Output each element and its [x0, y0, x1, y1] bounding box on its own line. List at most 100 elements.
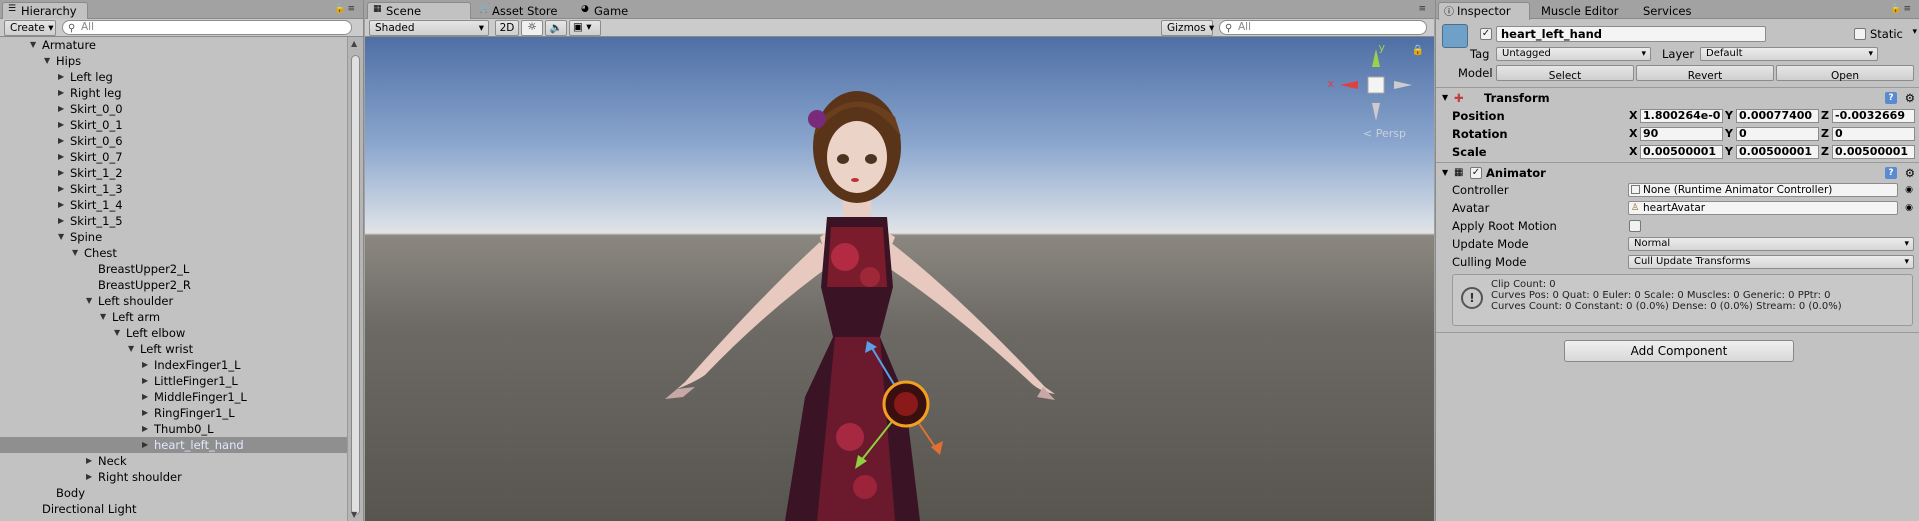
gear-icon[interactable]: ⚙: [1905, 163, 1915, 183]
inspector-menu-icon[interactable]: 🔒≡: [1890, 4, 1913, 14]
hierarchy-scrollbar[interactable]: ▲ ▼: [347, 37, 363, 521]
hierarchy-item[interactable]: ▶ Right leg: [0, 85, 347, 101]
transform-x-field[interactable]: 0.00500001: [1640, 145, 1723, 159]
controller-field[interactable]: None (Runtime Animator Controller): [1628, 183, 1898, 197]
transform-x-field[interactable]: 1.800264e-0: [1640, 109, 1723, 123]
hierarchy-item[interactable]: ▶ Skirt_1_3: [0, 181, 347, 197]
expand-arrow-open-icon[interactable]: ▼: [100, 309, 110, 325]
hierarchy-item[interactable]: ▶ Thumb0_L: [0, 421, 347, 437]
hierarchy-item[interactable]: ▶ Skirt_1_5: [0, 213, 347, 229]
culling-mode-dropdown[interactable]: Cull Update Transforms: [1628, 255, 1914, 269]
hierarchy-item[interactable]: ▶ Neck: [0, 453, 347, 469]
expand-arrow-closed-icon[interactable]: ▶: [58, 101, 68, 117]
hierarchy-item[interactable]: ▼ Left arm: [0, 309, 347, 325]
scene-viewport[interactable]: y x < Persp 🔒: [365, 37, 1434, 521]
axis-y-label[interactable]: Y: [1725, 107, 1733, 125]
tab-services[interactable]: Services: [1634, 2, 1714, 19]
axis-x-label[interactable]: X: [1629, 107, 1637, 125]
axis-x-label[interactable]: X: [1629, 143, 1637, 161]
active-checkbox[interactable]: ✓: [1480, 28, 1492, 40]
expand-arrow-closed-icon[interactable]: ▶: [86, 453, 96, 469]
tab-scene[interactable]: ▦ Scene: [367, 2, 471, 20]
expand-arrow-closed-icon[interactable]: ▶: [58, 69, 68, 85]
expand-arrow-closed-icon[interactable]: ▶: [86, 469, 96, 485]
hierarchy-item[interactable]: ▶ RingFinger1_L: [0, 405, 347, 421]
hierarchy-item[interactable]: Body: [0, 485, 347, 501]
tab-inspector[interactable]: ⓘ Inspector: [1438, 2, 1530, 20]
panel-menu-icon[interactable]: 🔒≡: [334, 4, 357, 14]
hierarchy-item[interactable]: ▶ LittleFinger1_L: [0, 373, 347, 389]
expand-arrow-closed-icon[interactable]: ▶: [142, 389, 152, 405]
model-select-button[interactable]: Select: [1496, 65, 1634, 82]
expand-arrow-open-icon[interactable]: ▼: [128, 341, 138, 357]
axis-z-label[interactable]: Z: [1821, 107, 1829, 125]
axis-z-label[interactable]: Z: [1821, 125, 1829, 143]
transform-y-field[interactable]: 0.00077400: [1736, 109, 1819, 123]
expand-arrow-closed-icon[interactable]: ▶: [58, 197, 68, 213]
gear-icon[interactable]: ⚙: [1905, 88, 1915, 108]
axis-z-label[interactable]: Z: [1821, 143, 1829, 161]
tab-hierarchy[interactable]: ☰ Hierarchy: [2, 2, 88, 20]
hierarchy-item[interactable]: ▶ IndexFinger1_L: [0, 357, 347, 373]
hierarchy-item[interactable]: ▼ Hips: [0, 53, 347, 69]
axis-x-label[interactable]: X: [1629, 125, 1637, 143]
expand-arrow-open-icon[interactable]: ▼: [86, 293, 96, 309]
transform-header[interactable]: ▼ ✚ Transform ? ⚙: [1436, 87, 1919, 107]
hierarchy-item[interactable]: ▶ Skirt_0_6: [0, 133, 347, 149]
hierarchy-item[interactable]: ▶ Skirt_0_0: [0, 101, 347, 117]
gizmos-dropdown[interactable]: Gizmos ▾: [1161, 20, 1214, 36]
hierarchy-item[interactable]: ▶ Skirt_0_1: [0, 117, 347, 133]
scrollbar-thumb[interactable]: [351, 55, 360, 515]
hierarchy-item[interactable]: BreastUpper2_L: [0, 261, 347, 277]
hierarchy-item[interactable]: ▶ Skirt_0_7: [0, 149, 347, 165]
update-mode-dropdown[interactable]: Normal: [1628, 237, 1914, 251]
expand-arrow-closed-icon[interactable]: ▶: [142, 405, 152, 421]
transform-y-field[interactable]: 0: [1736, 127, 1819, 141]
axis-y-label[interactable]: Y: [1725, 143, 1733, 161]
lighting-toggle[interactable]: ☼: [521, 20, 543, 36]
animator-enabled-checkbox[interactable]: ✓: [1470, 167, 1482, 179]
scroll-up-arrow-icon[interactable]: ▲: [351, 39, 357, 48]
mode-2d-toggle[interactable]: 2D: [495, 20, 519, 36]
hierarchy-item[interactable]: ▶ heart_left_hand: [0, 437, 347, 453]
expand-arrow-closed-icon[interactable]: ▶: [58, 181, 68, 197]
hierarchy-item[interactable]: ▼ Left elbow: [0, 325, 347, 341]
help-icon[interactable]: ?: [1885, 167, 1897, 179]
hierarchy-item[interactable]: ▼ Armature: [0, 37, 347, 53]
hierarchy-item[interactable]: ▶ Skirt_1_4: [0, 197, 347, 213]
scene-menu-icon[interactable]: ≡: [1418, 4, 1428, 14]
add-component-button[interactable]: Add Component: [1564, 340, 1794, 362]
hierarchy-item[interactable]: BreastUpper2_R: [0, 277, 347, 293]
apply-root-motion-checkbox[interactable]: [1629, 220, 1641, 232]
expand-arrow-open-icon[interactable]: ▼: [58, 229, 68, 245]
expand-arrow-closed-icon[interactable]: ▶: [142, 357, 152, 373]
hierarchy-item[interactable]: ▼ Spine: [0, 229, 347, 245]
hierarchy-item[interactable]: ▶ Skirt_1_2: [0, 165, 347, 181]
hierarchy-item[interactable]: Directional Light: [0, 501, 347, 517]
tab-asset-store[interactable]: 🛒 Asset Store: [473, 2, 573, 19]
object-picker-icon[interactable]: ◉: [1905, 199, 1913, 217]
expand-arrow-closed-icon[interactable]: ▶: [58, 165, 68, 181]
hierarchy-item[interactable]: ▶ Right shoulder: [0, 469, 347, 485]
expand-arrow-closed-icon[interactable]: ▶: [142, 373, 152, 389]
help-icon[interactable]: ?: [1885, 92, 1897, 104]
expand-arrow-open-icon[interactable]: ▼: [114, 325, 124, 341]
tag-dropdown[interactable]: Untagged: [1496, 47, 1651, 61]
static-dropdown-icon[interactable]: ▾: [1912, 27, 1917, 37]
hierarchy-item[interactable]: ▶ Left leg: [0, 69, 347, 85]
hierarchy-search-input[interactable]: ⚲ All: [62, 20, 352, 35]
expand-arrow-open-icon[interactable]: ▼: [44, 53, 54, 69]
lock-icon[interactable]: 🔒: [1412, 45, 1424, 56]
character-model[interactable]: [365, 37, 1434, 521]
chevron-down-icon[interactable]: ▼: [1442, 163, 1448, 183]
transform-z-field[interactable]: -0.0032669: [1832, 109, 1915, 123]
hierarchy-item[interactable]: ▼ Left shoulder: [0, 293, 347, 309]
audio-toggle[interactable]: 🔈: [545, 20, 567, 36]
tab-muscle-editor[interactable]: Muscle Editor: [1532, 2, 1632, 19]
expand-arrow-closed-icon[interactable]: ▶: [58, 133, 68, 149]
orientation-gizmo[interactable]: [1336, 45, 1416, 125]
object-picker-icon[interactable]: ◉: [1905, 181, 1913, 199]
avatar-field[interactable]: ♙ heartAvatar: [1628, 201, 1898, 215]
model-open-button[interactable]: Open: [1776, 65, 1914, 82]
expand-arrow-open-icon[interactable]: ▼: [72, 245, 82, 261]
